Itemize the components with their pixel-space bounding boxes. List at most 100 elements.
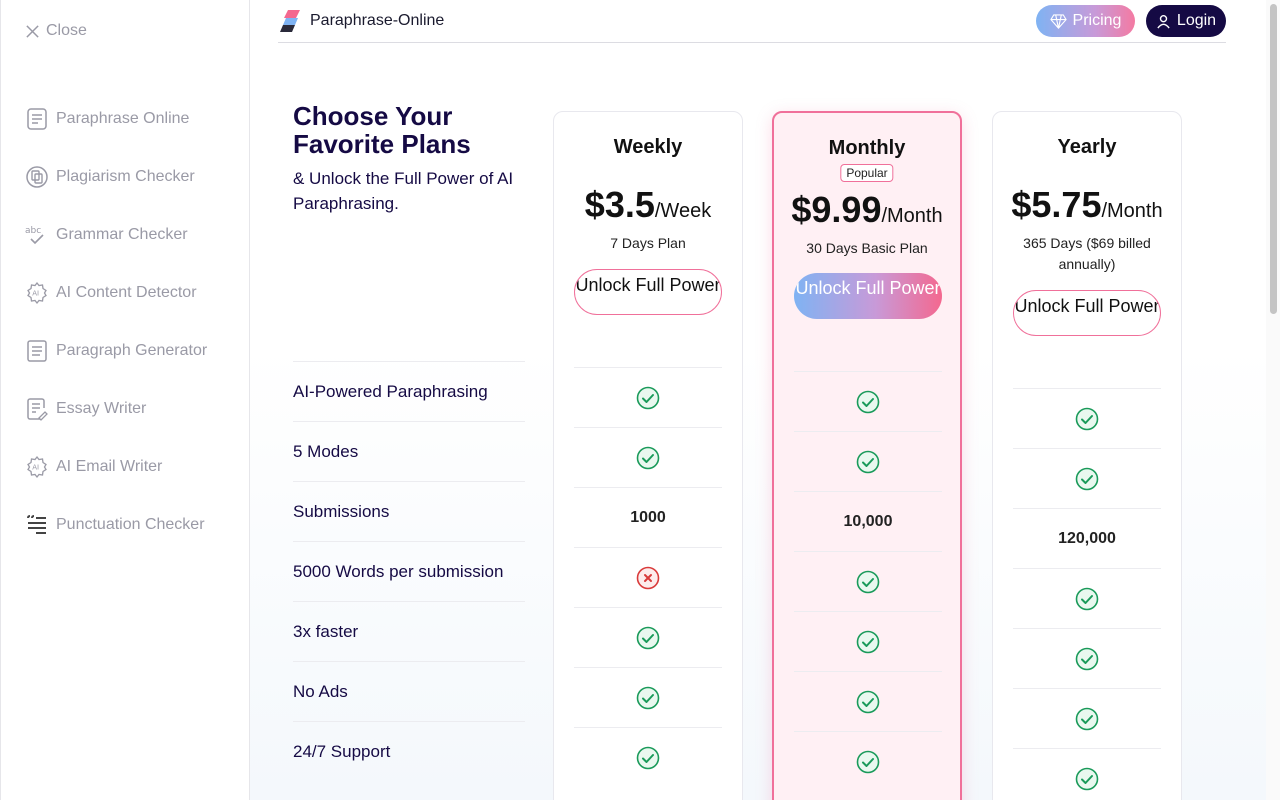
sidebar-item-label: AI Email Writer — [56, 458, 163, 475]
sidebar-item-punctuation-checker[interactable]: Punctuation Checker — [25, 496, 245, 554]
check-icon — [1075, 587, 1099, 610]
pricing-button[interactable]: Pricing — [1036, 5, 1135, 37]
sidebar-item-label: Plagiarism Checker — [56, 168, 195, 185]
feature-value — [1013, 568, 1161, 628]
ai-gear-icon: AI — [27, 455, 47, 479]
feature-value — [574, 607, 722, 667]
feature-value — [574, 667, 722, 727]
price-amount: $9.99 — [791, 189, 882, 230]
sidebar-item-label: Essay Writer — [56, 400, 147, 417]
plan-description: 365 Days ($69 billed annually) — [1023, 235, 1151, 272]
svg-text:AI: AI — [32, 464, 39, 472]
feature-value — [794, 671, 942, 731]
feature-label: 3x faster — [293, 601, 525, 661]
plan-card-monthly: Monthly Popular $9.99/Month 30 Days Basi… — [772, 111, 962, 800]
sidebar-item-ai-content-detector[interactable]: AI AI Content Detector — [25, 264, 245, 322]
svg-text:abc: abc — [25, 226, 41, 236]
plan-description: 7 Days Plan — [610, 235, 686, 251]
price-amount: $3.5 — [584, 184, 655, 225]
sidebar-item-essay-writer[interactable]: Essay Writer — [25, 380, 245, 438]
top-header: Paraphrase-Online Pricing Login — [278, 0, 1226, 43]
scrollbar-thumb[interactable] — [1270, 4, 1277, 314]
check-icon — [636, 446, 660, 469]
feature-value — [794, 431, 942, 491]
unlock-button-monthly[interactable]: Unlock Full Power — [794, 273, 942, 319]
feature-list: AI-Powered Paraphrasing 5 Modes Submissi… — [293, 361, 525, 781]
sidebar-item-grammar-checker[interactable]: abc Grammar Checker — [25, 206, 245, 264]
feature-value — [794, 731, 942, 791]
plan-price: $9.99/Month — [774, 189, 960, 231]
sidebar: Close Paraphrase Online Plagiarism Check… — [0, 0, 250, 800]
feature-value — [1013, 388, 1161, 448]
check-icon — [1075, 767, 1099, 790]
sidebar-item-paraphrase-online[interactable]: Paraphrase Online — [25, 90, 245, 148]
close-icon — [26, 24, 39, 38]
feature-value — [1013, 688, 1161, 748]
sidebar-item-paragraph-generator[interactable]: Paragraph Generator — [25, 322, 245, 380]
login-label: Login — [1176, 12, 1217, 29]
check-icon — [856, 690, 880, 713]
logo-icon — [280, 10, 300, 32]
check-icon — [856, 630, 880, 653]
plan-feature-values: 1000 — [574, 367, 722, 787]
popular-badge: Popular — [840, 164, 894, 182]
brand-logo[interactable]: Paraphrase-Online — [278, 8, 444, 34]
diamond-icon — [1049, 13, 1067, 29]
sidebar-item-plagiarism-checker[interactable]: Plagiarism Checker — [25, 148, 245, 206]
sidebar-item-label: Paraphrase Online — [56, 110, 190, 127]
check-icon — [1075, 647, 1099, 670]
feature-label: 24/7 Support — [293, 721, 525, 781]
check-icon — [856, 750, 880, 773]
punctuation-icon — [27, 515, 46, 534]
check-icon — [636, 746, 660, 769]
feature-value: 1000 — [574, 487, 722, 547]
sidebar-nav: Paraphrase Online Plagiarism Checker abc… — [25, 90, 245, 554]
feature-label: 5000 Words per submission — [293, 541, 525, 601]
paragraph-icon — [27, 340, 47, 362]
page-title: Choose Your Favorite Plans — [293, 101, 471, 159]
check-icon — [636, 626, 660, 649]
feature-value — [794, 371, 942, 431]
feature-label: 5 Modes — [293, 421, 525, 481]
copy-circle-icon — [26, 166, 48, 188]
essay-pen-icon — [27, 398, 48, 421]
feature-value — [574, 727, 722, 787]
ai-gear-icon: AI — [27, 281, 47, 305]
price-period: /Month — [881, 205, 943, 227]
price-period: /Week — [654, 200, 712, 222]
check-icon — [856, 390, 880, 413]
feature-value — [794, 551, 942, 611]
user-icon — [1157, 14, 1170, 29]
feature-label: AI-Powered Paraphrasing — [293, 361, 525, 421]
plan-card-weekly: Weekly $3.5/Week 7 Days Plan Unlock Full… — [553, 111, 743, 800]
feature-value — [574, 427, 722, 487]
feature-value: 120,000 — [1013, 508, 1161, 568]
feature-value — [1013, 628, 1161, 688]
close-button[interactable]: Close — [25, 22, 87, 40]
page-scrollbar[interactable] — [1266, 0, 1280, 800]
abc-check-icon: abc — [25, 226, 44, 245]
check-icon — [636, 686, 660, 709]
sidebar-item-label: Grammar Checker — [56, 226, 188, 243]
page-subtitle: & Unlock the Full Power of AI Paraphrasi… — [293, 169, 514, 213]
document-icon — [27, 108, 47, 130]
plan-description: 30 Days Basic Plan — [806, 240, 928, 256]
plan-name: Weekly — [613, 136, 683, 158]
feature-label: No Ads — [293, 661, 525, 721]
plan-feature-values: 120,000 — [1013, 388, 1161, 800]
svg-text:AI: AI — [32, 290, 39, 298]
sidebar-item-ai-email-writer[interactable]: AI AI Email Writer — [25, 438, 245, 496]
unlock-button-yearly[interactable]: Unlock Full Power — [1013, 290, 1161, 336]
close-label: Close — [46, 22, 87, 39]
price-period: /Month — [1101, 200, 1163, 222]
feature-value — [1013, 448, 1161, 508]
sidebar-item-label: Punctuation Checker — [56, 516, 205, 533]
feature-value — [794, 611, 942, 671]
feature-value: 10,000 — [794, 491, 942, 551]
login-button[interactable]: Login — [1146, 5, 1226, 37]
price-amount: $5.75 — [1011, 184, 1102, 225]
sidebar-item-label: AI Content Detector — [56, 284, 197, 301]
cross-icon — [636, 566, 660, 589]
unlock-button-weekly[interactable]: Unlock Full Power — [574, 269, 722, 315]
plan-card-yearly: Yearly $5.75/Month 365 Days ($69 billed … — [992, 111, 1182, 800]
